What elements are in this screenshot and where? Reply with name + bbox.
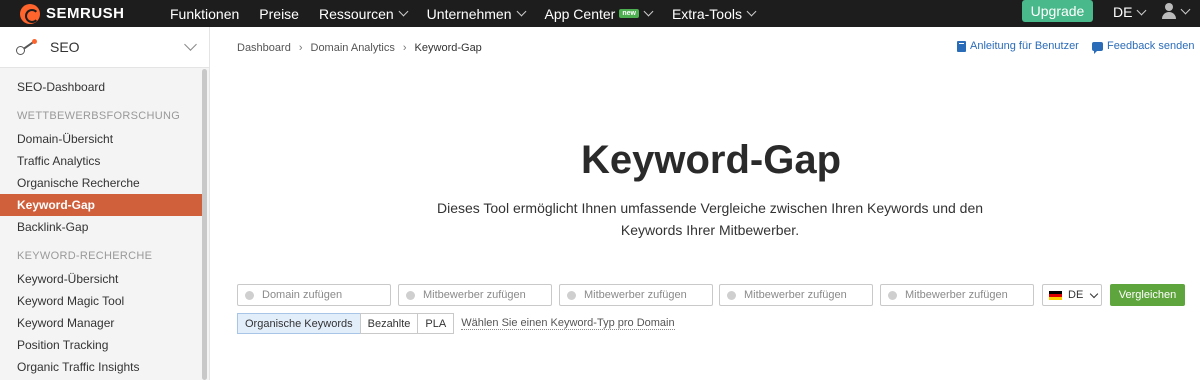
seo-icon (16, 39, 38, 55)
competitor-color-dot (727, 290, 736, 300)
competitor-color-dot (567, 290, 576, 300)
keyword-type-pla[interactable]: PLA (417, 313, 455, 334)
nav-item-unternehmen[interactable]: Unternehmen (426, 5, 526, 22)
nav-item-label: App Center (544, 5, 616, 22)
competitor-input-placeholder: Mitbewerber zufügen (905, 289, 1008, 301)
feedback-link[interactable]: Feedback senden (1092, 40, 1195, 54)
sidebar-item-keyword-gap[interactable]: Keyword-Gap (0, 194, 202, 216)
page-title: Keyword-Gap (580, 138, 842, 182)
user-guide-link[interactable]: Anleitung für Benutzer (957, 40, 1079, 52)
semrush-logo[interactable]: SEMRUSH (20, 3, 170, 24)
nav-item-preise[interactable]: Preise (259, 6, 299, 22)
sidebar-item-organische-recherche[interactable]: Organische Recherche (0, 172, 202, 194)
sidebar-toolkit-selector[interactable]: SEO (0, 27, 209, 68)
database-label: DE (1068, 289, 1084, 301)
chevron-down-icon (643, 6, 654, 17)
compare-button[interactable]: Vergleichen (1110, 284, 1185, 306)
user-icon (1162, 3, 1176, 19)
sidebar-title: SEO (50, 39, 80, 55)
keyword-type-organic[interactable]: Organische Keywords (237, 313, 361, 334)
competitor-input-3[interactable]: Mitbewerber zufügen (719, 284, 873, 306)
competitor-input-2[interactable]: Mitbewerber zufügen (559, 284, 713, 306)
sidebar-section-heading: KEYWORD-RECHERCHE (17, 250, 153, 262)
competitor-input-placeholder: Mitbewerber zufügen (744, 289, 847, 301)
breadcrumb-separator: › (298, 42, 303, 54)
top-navigation-bar: SEMRUSH Funktionen Preise Ressourcen Untern… (0, 0, 1200, 27)
sidebar-item-keyword-magic-tool[interactable]: Keyword Magic Tool (0, 290, 202, 312)
domain-input-placeholder: Domain zufügen (262, 289, 343, 301)
language-label: DE (1113, 4, 1133, 20)
breadcrumb-dashboard[interactable]: Dashboard (237, 42, 291, 54)
sidebar-item-backlink-gap[interactable]: Backlink-Gap (0, 216, 202, 238)
keyword-type-paid[interactable]: Bezahlte (359, 313, 419, 334)
chevron-down-icon (1180, 4, 1191, 14)
nav-item-funktionen[interactable]: Funktionen (170, 6, 239, 22)
competitor-input-placeholder: Mitbewerber zufügen (584, 289, 687, 301)
sidebar-item-traffic-analytics[interactable]: Traffic Analytics (0, 150, 202, 172)
keyword-type-hint[interactable]: Wählen Sie einen Keyword-Typ pro Domain (461, 317, 675, 330)
competitor-input-1[interactable]: Mitbewerber zufügen (398, 284, 552, 306)
breadcrumb-current: Keyword-Gap (414, 42, 482, 54)
feedback-icon (1092, 41, 1103, 54)
nav-item-label: Ressourcen (318, 5, 394, 22)
language-selector[interactable]: DE (1113, 4, 1147, 20)
germany-flag-icon (1049, 290, 1062, 300)
tool-description: Dieses Tool ermöglicht Ihnen umfassende … (436, 200, 984, 238)
sidebar: SEO SEO-Dashboard WETTBEWERBSFORSCHUNG Dom… (0, 27, 210, 380)
main-nav: Funktionen Preise Ressourcen Unternehmen App… (170, 6, 775, 22)
domain-input[interactable]: Domain zufügen (237, 284, 391, 306)
sidebar-item-position-tracking[interactable]: Position Tracking (0, 334, 202, 356)
chevron-down-icon (516, 6, 526, 17)
breadcrumb-domain-analytics[interactable]: Domain Analytics (311, 42, 395, 54)
chevron-down-icon (184, 38, 197, 51)
nav-item-ressourcen[interactable]: Ressourcen (318, 5, 409, 22)
brand-name: SEMRUSH (46, 5, 125, 22)
nav-item-label: Funktionen (170, 5, 240, 22)
upgrade-button[interactable]: Upgrade (1022, 0, 1093, 22)
keyword-type-selector: Organische Keywords Bezahlte PLA Wählen … (237, 313, 675, 334)
chevron-down-icon (398, 6, 409, 17)
new-badge: new (619, 9, 639, 18)
nav-item-app-center[interactable]: App Center new (544, 5, 654, 22)
feedback-label: Feedback senden (1107, 40, 1195, 52)
chevron-down-icon (746, 6, 757, 17)
breadcrumb-separator: › (402, 42, 407, 54)
database-selector[interactable]: DE (1042, 284, 1102, 306)
competitor-color-dot (406, 290, 415, 300)
domain-color-dot (245, 290, 254, 300)
nav-item-extra-tools[interactable]: Extra-Tools (671, 5, 757, 22)
nav-item-label: Unternehmen (426, 5, 512, 22)
chevron-down-icon (1090, 289, 1099, 298)
chevron-down-icon (1137, 5, 1147, 15)
book-icon (957, 40, 966, 52)
semrush-logo-icon (20, 3, 40, 24)
sidebar-item-keyword-manager[interactable]: Keyword Manager (0, 312, 202, 334)
competitor-color-dot (888, 290, 897, 300)
sidebar-item-organic-traffic-insights[interactable]: Organic Traffic Insights (0, 356, 202, 378)
sidebar-item-seo-dashboard[interactable]: SEO-Dashboard (0, 76, 202, 98)
nav-item-label: Preise (259, 5, 299, 22)
competitor-input-4[interactable]: Mitbewerber zufügen (880, 284, 1034, 306)
sidebar-section-heading: WETTBEWERBSFORSCHUNG (17, 110, 181, 122)
user-guide-label: Anleitung für Benutzer (970, 40, 1079, 52)
competitor-input-placeholder: Mitbewerber zufügen (423, 289, 526, 301)
sidebar-scrollbar[interactable] (202, 69, 207, 380)
breadcrumb: Dashboard › Domain Analytics › Keyword-G… (237, 42, 482, 54)
sidebar-item-domain-übersicht[interactable]: Domain-Übersicht (0, 128, 202, 150)
sidebar-menu: SEO-Dashboard WETTBEWERBSFORSCHUNG Domain-… (0, 68, 209, 378)
nav-item-label: Extra-Tools (671, 5, 742, 22)
user-menu[interactable] (1162, 3, 1191, 19)
sidebar-item-keyword-übersicht[interactable]: Keyword-Übersicht (0, 268, 202, 290)
